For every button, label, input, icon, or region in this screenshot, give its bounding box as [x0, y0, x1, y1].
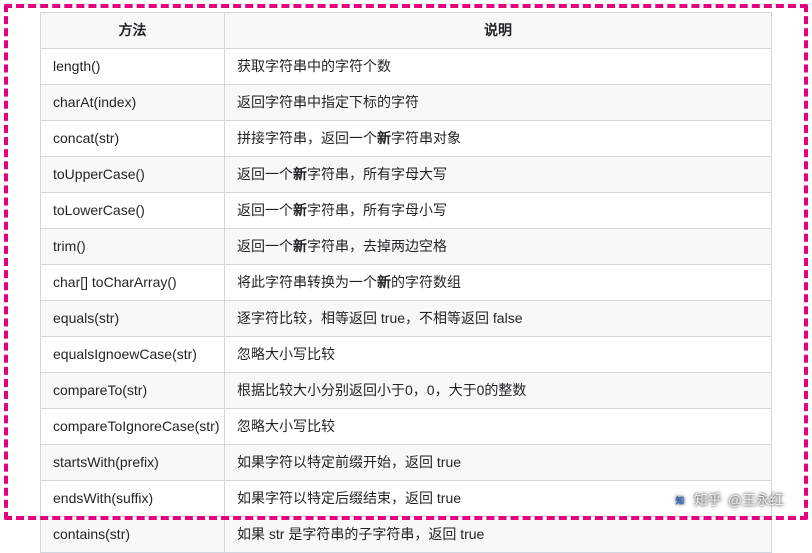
cell-desc: 返回一个新字符串，去掉两边空格	[225, 229, 772, 265]
desc-bold: 新	[377, 274, 391, 290]
watermark-brand: 知乎	[694, 490, 722, 510]
watermark: 知 知乎 @王永红	[672, 490, 784, 510]
table-row: length()获取字符串中的字符个数	[41, 49, 772, 85]
table-row: trim()返回一个新字符串，去掉两边空格	[41, 229, 772, 265]
cell-method: char[] toCharArray()	[41, 265, 225, 301]
desc-bold: 新	[293, 166, 307, 182]
cell-method: length()	[41, 49, 225, 85]
cell-desc: 将此字符串转换为一个新的字符数组	[225, 265, 772, 301]
table-row: toUpperCase()返回一个新字符串，所有字母大写	[41, 157, 772, 193]
table-row: compareToIgnoreCase(str)忽略大小写比较	[41, 409, 772, 445]
cell-desc: 如果字符以特定前缀开始，返回 true	[225, 445, 772, 481]
table-row: char[] toCharArray()将此字符串转换为一个新的字符数组	[41, 265, 772, 301]
desc-post: 字符串，去掉两边空格	[307, 238, 447, 254]
cell-method: compareTo(str)	[41, 373, 225, 409]
cell-desc: 返回字符串中指定下标的字符	[225, 85, 772, 121]
watermark-author: @王永红	[728, 490, 784, 510]
cell-desc: 逐字符比较，相等返回 true，不相等返回 false	[225, 301, 772, 337]
cell-desc: 忽略大小写比较	[225, 337, 772, 373]
table-header-row: 方法 说明	[41, 13, 772, 49]
table-container: 方法 说明 length()获取字符串中的字符个数charAt(index)返回…	[40, 12, 772, 553]
cell-method: trim()	[41, 229, 225, 265]
cell-method: equals(str)	[41, 301, 225, 337]
desc-bold: 新	[293, 238, 307, 254]
table-row: startsWith(prefix)如果字符以特定前缀开始，返回 true	[41, 445, 772, 481]
cell-desc: 根据比较大小分别返回小于0，0，大于0的整数	[225, 373, 772, 409]
cell-desc: 返回一个新字符串，所有字母大写	[225, 157, 772, 193]
cell-method: compareToIgnoreCase(str)	[41, 409, 225, 445]
desc-pre: 将此字符串转换为一个	[237, 274, 377, 290]
table-row: contains(str)如果 str 是字符串的子字符串，返回 true	[41, 517, 772, 553]
cell-method: toUpperCase()	[41, 157, 225, 193]
header-method: 方法	[41, 13, 225, 49]
svg-text:知: 知	[674, 494, 684, 505]
desc-post: 字符串，所有字母大写	[307, 166, 447, 182]
desc-bold: 新	[377, 130, 391, 146]
desc-pre: 返回一个	[237, 166, 293, 182]
cell-method: charAt(index)	[41, 85, 225, 121]
desc-pre: 拼接字符串，返回一个	[237, 130, 377, 146]
table-row: concat(str)拼接字符串，返回一个新字符串对象	[41, 121, 772, 157]
string-methods-table: 方法 说明 length()获取字符串中的字符个数charAt(index)返回…	[40, 12, 772, 553]
desc-pre: 返回一个	[237, 238, 293, 254]
desc-post: 字符串对象	[391, 130, 461, 146]
desc-post: 字符串，所有字母小写	[307, 202, 447, 218]
cell-method: toLowerCase()	[41, 193, 225, 229]
table-row: toLowerCase()返回一个新字符串，所有字母小写	[41, 193, 772, 229]
cell-method: contains(str)	[41, 517, 225, 553]
header-desc: 说明	[225, 13, 772, 49]
table-row: charAt(index)返回字符串中指定下标的字符	[41, 85, 772, 121]
table-row: equalsIgnoewCase(str)忽略大小写比较	[41, 337, 772, 373]
cell-desc: 获取字符串中的字符个数	[225, 49, 772, 85]
cell-method: endsWith(suffix)	[41, 481, 225, 517]
cell-desc: 返回一个新字符串，所有字母小写	[225, 193, 772, 229]
cell-method: startsWith(prefix)	[41, 445, 225, 481]
cell-desc: 如果 str 是字符串的子字符串，返回 true	[225, 517, 772, 553]
cell-desc: 忽略大小写比较	[225, 409, 772, 445]
desc-bold: 新	[293, 202, 307, 218]
cell-method: concat(str)	[41, 121, 225, 157]
table-row: compareTo(str)根据比较大小分别返回小于0，0，大于0的整数	[41, 373, 772, 409]
desc-post: 的字符数组	[391, 274, 461, 290]
desc-pre: 返回一个	[237, 202, 293, 218]
zhihu-icon: 知	[672, 492, 688, 508]
table-row: endsWith(suffix)如果字符以特定后缀结束，返回 true	[41, 481, 772, 517]
cell-desc: 拼接字符串，返回一个新字符串对象	[225, 121, 772, 157]
cell-method: equalsIgnoewCase(str)	[41, 337, 225, 373]
table-row: equals(str)逐字符比较，相等返回 true，不相等返回 false	[41, 301, 772, 337]
